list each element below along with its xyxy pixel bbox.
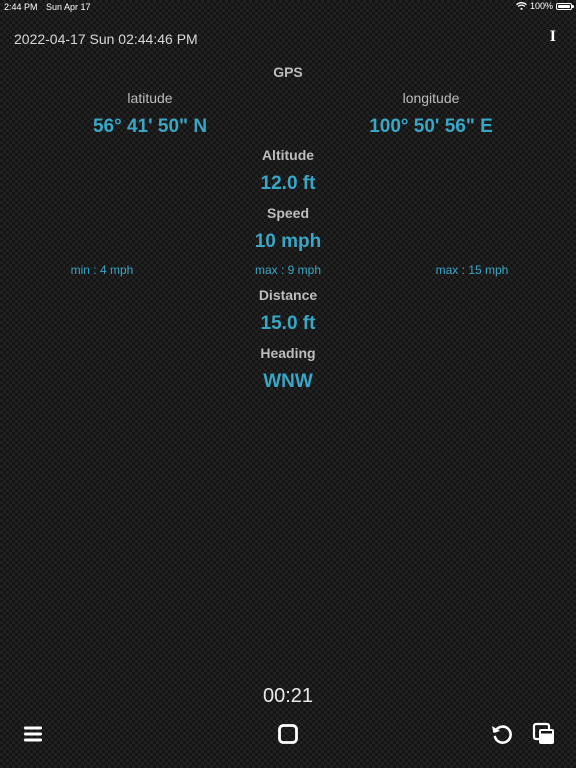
altitude-label: Altitude [261, 147, 315, 163]
latitude-label: latitude [127, 90, 173, 106]
longitude-label: longitude [402, 90, 460, 106]
longitude-value: 100° 50' 56" E [369, 116, 493, 137]
reset-button[interactable] [486, 718, 518, 750]
heading-label: Heading [260, 345, 316, 361]
info-button[interactable]: I [550, 28, 556, 46]
gps-title: GPS [273, 64, 303, 80]
copy-icon [532, 722, 554, 744]
speed-max: max : 15 mph [435, 263, 509, 277]
status-indicators: 100% [516, 1, 574, 11]
menu-button[interactable] [17, 718, 49, 750]
speed-value: 10 mph [254, 231, 322, 252]
reset-icon [492, 725, 512, 744]
battery-percent: 100% [529, 1, 553, 11]
distance-value: 15.0 ft [260, 313, 316, 334]
current-datetime: 2022-04-17 Sun 02:44:46 PM [14, 31, 198, 47]
heading-value: WNW [263, 371, 313, 392]
speed-avg-max: max : 9 mph [254, 263, 322, 277]
status-bar: 2:44 PM Sun Apr 17 100% [0, 0, 576, 14]
menu-icon [24, 726, 42, 742]
stop-icon [278, 724, 298, 744]
copy-button[interactable] [528, 718, 560, 750]
status-time: 2:44 PM [4, 2, 38, 12]
distance-label: Distance [258, 287, 318, 303]
battery-icon [556, 2, 574, 10]
speed-label: Speed [266, 205, 309, 221]
stop-button[interactable] [272, 718, 304, 750]
speed-min: min : 4 mph [70, 263, 134, 277]
latitude-value: 56° 41' 50" N [92, 116, 208, 137]
wifi-icon [516, 2, 527, 10]
altitude-value: 12.0 ft [260, 173, 316, 194]
status-date: Sun Apr 17 [46, 2, 91, 12]
elapsed-timer: 00:21 [262, 685, 314, 707]
battery-fill [558, 4, 570, 8]
